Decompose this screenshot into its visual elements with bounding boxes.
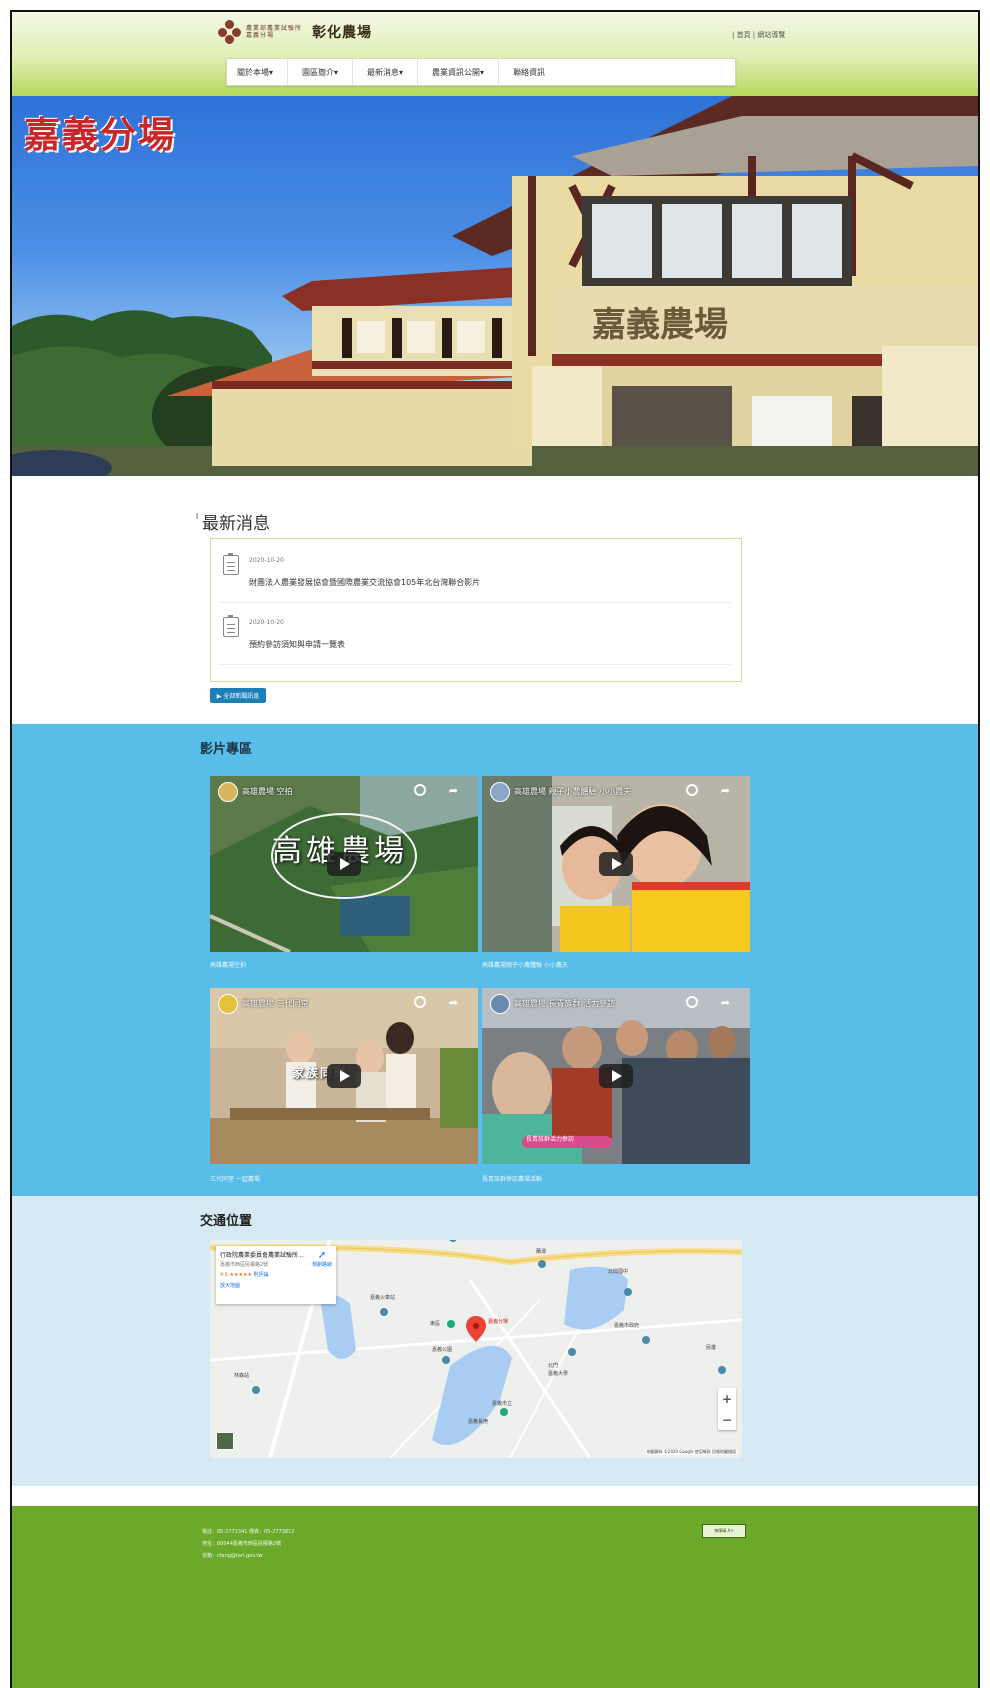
zoom-in-button[interactable]: + (718, 1388, 736, 1409)
play-button-icon[interactable] (599, 1064, 633, 1088)
channel-avatar (218, 782, 238, 802)
video-title[interactable]: 高雄農場 親子小農體驗 小小農夫 (514, 786, 631, 797)
share-icon[interactable]: ➦ (449, 996, 458, 1009)
channel-avatar (490, 782, 510, 802)
map-place-label: 嘉義市政府 (614, 1323, 640, 1329)
page-frame: 農業部農業試驗所 嘉義分場 彰化農場 | 首頁 | 網站導覽 關於本場▾ 園區簡… (10, 10, 980, 1688)
video-title[interactable]: 高雄農場 長青族群 活力參訪 (514, 998, 615, 1009)
share-icon[interactable]: ➦ (721, 996, 730, 1009)
top-links[interactable]: | 首頁 | 網站導覽 (732, 30, 785, 40)
watch-later-icon[interactable] (414, 784, 426, 796)
map-section: 交通位置 蘭潭 北興國中 嘉義火車站 東區 嘉義公園 嘉義市政府 民雄 北門 嘉… (12, 1196, 978, 1486)
video-section: 影片專區 高雄農場 空拍 ➦ 高雄農場 高雄農場空拍 (12, 724, 978, 1196)
logo-emblem-icon (218, 20, 242, 44)
play-button-icon[interactable] (599, 852, 633, 876)
map-reviews-link[interactable]: 則評論 (254, 1272, 269, 1278)
clipboard-icon (223, 553, 239, 575)
nav-item-news[interactable]: 最新消息▾ (353, 58, 419, 86)
video-title[interactable]: 高雄農場 三代同堂 (242, 998, 309, 1009)
channel-avatar (218, 994, 238, 1014)
footer-email[interactable]: 信箱：cfang@tari.gov.tw (202, 1550, 294, 1562)
map-pin-label: 嘉義分場 (488, 1319, 509, 1325)
map-place-label: 嘉義公園 (432, 1347, 453, 1353)
share-icon[interactable]: ➦ (721, 784, 730, 797)
map-place-label: 蘭潭 (536, 1249, 547, 1255)
news-title[interactable]: 財團法人農業發展協會暨國際農業交流協會105年北台灣聯合影片 (249, 577, 480, 588)
map-info-card: 行政院農業委員會農業試驗所... 嘉義市西區民權路2號 4.5 ★★★★★ 則評… (216, 1246, 336, 1304)
news-date: 2020-10-20 (249, 557, 284, 564)
share-icon[interactable]: ➦ (449, 784, 458, 797)
video-title[interactable]: 高雄農場 空拍 (242, 786, 293, 797)
map-place-label: 民雄 (706, 1345, 717, 1351)
nav-item-info[interactable]: 農業資訊公開▾ (418, 58, 500, 86)
play-button-icon[interactable] (327, 852, 361, 876)
zoom-out-button[interactable]: − (718, 1409, 736, 1430)
nav-item-contact[interactable]: 聯絡資訊 (499, 58, 559, 86)
map-place-label: 北門 (548, 1363, 559, 1369)
clipboard-icon (223, 615, 239, 637)
main-nav: 關於本場▾ 園區簡介▾ 最新消息▾ 農業資訊公開▾ 聯絡資訊 (226, 58, 736, 86)
nav-item-about[interactable]: 關於本場▾ (227, 58, 289, 86)
site-footer: 電話：05-2771341 傳真：05-2773812 地址：60044嘉義市西… (12, 1506, 978, 1688)
video-player[interactable]: 高雄農場 三代同堂 ➦ 家族同樂 (210, 988, 478, 1164)
video-player[interactable]: 高雄農場 長青族群 活力參訪 ➦ 長青族群活力參訪 (482, 988, 750, 1164)
map-place-label: 東區 (430, 1321, 441, 1327)
accessibility-badge[interactable]: 無障礙 A+ (702, 1524, 746, 1538)
play-button-icon[interactable] (327, 1064, 361, 1088)
logo-title: 彰化農場 (312, 25, 372, 41)
news-heading: 最新消息 (196, 509, 270, 534)
map-directions-button[interactable]: ➚ 規劃路線 (312, 1250, 332, 1268)
video-player[interactable]: 高雄農場 空拍 ➦ 高雄農場 (210, 776, 478, 952)
news-item[interactable]: 2020-10-20 預約參訪須知與申請一覽表 (219, 609, 731, 665)
watch-later-icon[interactable] (414, 996, 426, 1008)
map-place-label: 林森站 (234, 1373, 250, 1379)
news-item[interactable]: 2020-10-20 財團法人農業發展協會暨國際農業交流協會105年北台灣聯合影… (219, 547, 731, 603)
map-place-label: 嘉義市立 (492, 1401, 513, 1407)
map-place-rating: 4.5 ★★★★★ 則評論 (220, 1272, 269, 1278)
hero-banner: 嘉義農場 嘉義分場 (12, 96, 978, 476)
site-header: 農業部農業試驗所 嘉義分場 彰化農場 | 首頁 | 網站導覽 關於本場▾ 園區簡… (12, 12, 978, 96)
logo-subtitle: 農業部農業試驗所 嘉義分場 (246, 25, 303, 39)
watch-later-icon[interactable] (686, 996, 698, 1008)
footer-contact: 電話：05-2771341 傳真：05-2773812 地址：60044嘉義市西… (202, 1526, 294, 1562)
footer-phone: 電話：05-2771341 傳真：05-2773812 (202, 1529, 295, 1535)
map-place-label: 嘉義火車站 (370, 1295, 396, 1301)
site-logo[interactable]: 農業部農業試驗所 嘉義分場 彰化農場 (218, 20, 372, 44)
news-title[interactable]: 預約參訪須知與申請一覽表 (249, 639, 345, 650)
channel-avatar (490, 994, 510, 1014)
map-enlarge-link[interactable]: 放大地圖 (220, 1282, 332, 1289)
map-satellite-toggle[interactable] (216, 1432, 234, 1450)
video-caption: 長青族群參訪農場活動 (482, 1176, 543, 1183)
google-map[interactable]: 蘭潭 北興國中 嘉義火車站 東區 嘉義公園 嘉義市政府 民雄 北門 嘉義大學 林… (210, 1240, 742, 1458)
video-heading: 影片專區 (200, 742, 253, 757)
more-news-button[interactable]: ▶ 全部新聞訊息 (210, 688, 266, 703)
map-zoom-control: + − (718, 1388, 736, 1430)
watch-later-icon[interactable] (686, 784, 698, 796)
directions-icon: ➚ (317, 1250, 327, 1261)
hero-title: 嘉義分場 (24, 114, 177, 156)
map-place-label: 嘉義長庚 (468, 1419, 489, 1425)
video-caption: 三代同堂 一起農場 (210, 1176, 260, 1183)
footer-address: 地址：60044嘉義市西區民權路2號 (202, 1541, 282, 1547)
video-overlay-text: 長青族群活力參訪 (526, 1136, 575, 1143)
video-caption: 高雄農場親子小農體驗 小小農夫 (482, 962, 568, 969)
map-attribution: 地圖資料 ©2020 Google 使用條款 回報地圖錯誤 (644, 1449, 738, 1455)
nav-item-intro[interactable]: 園區簡介▾ (288, 58, 354, 86)
map-heading: 交通位置 (200, 1214, 253, 1229)
video-caption: 高雄農場空拍 (210, 962, 247, 969)
video-player[interactable]: 高雄農場 親子小農體驗 小小農夫 ➦ (482, 776, 750, 952)
svg-text:嘉義農場: 嘉義農場 (592, 305, 728, 345)
news-list: 2020-10-20 財團法人農業發展協會暨國際農業交流協會105年北台灣聯合影… (210, 538, 742, 682)
news-date: 2020-10-20 (249, 619, 284, 626)
map-place-label: 北興國中 (608, 1269, 629, 1275)
map-place-label: 嘉義大學 (548, 1371, 569, 1377)
